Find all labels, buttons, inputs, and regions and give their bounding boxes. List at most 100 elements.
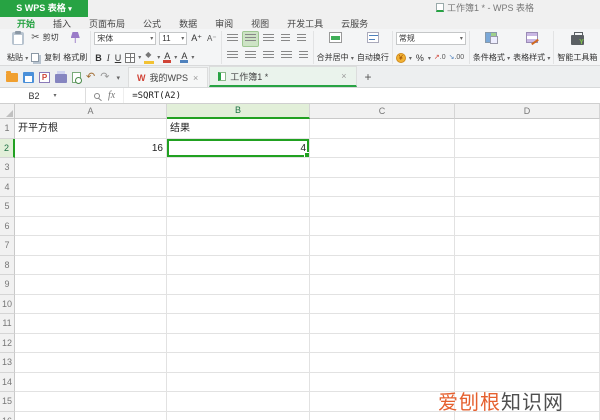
column-header-B[interactable]: B bbox=[167, 104, 310, 119]
row-header-8[interactable]: 8 bbox=[0, 255, 15, 275]
align-middle-button[interactable] bbox=[241, 31, 259, 47]
cell-D8[interactable] bbox=[455, 255, 600, 275]
cell-D9[interactable] bbox=[455, 275, 600, 295]
row-header-16[interactable]: 16 bbox=[0, 411, 15, 420]
cell-B7[interactable] bbox=[167, 236, 310, 256]
cell-C4[interactable] bbox=[310, 177, 455, 197]
cell-C8[interactable] bbox=[310, 255, 455, 275]
fill-color-button[interactable] bbox=[144, 50, 155, 64]
select-all-corner[interactable] bbox=[0, 104, 15, 119]
cell-C1[interactable] bbox=[310, 119, 455, 139]
increase-decimal-button[interactable]: ↗.0 bbox=[434, 54, 446, 62]
cell-A14[interactable] bbox=[15, 372, 167, 392]
cell-A10[interactable] bbox=[15, 294, 167, 314]
font-name-select[interactable]: 宋体 ▾ bbox=[94, 32, 157, 45]
smart-toolbox-button[interactable]: 智能工具箱 bbox=[557, 31, 597, 64]
align-center-button[interactable] bbox=[243, 49, 258, 63]
font-color-button[interactable]: A bbox=[163, 52, 172, 63]
copy-button[interactable]: 复制 bbox=[31, 52, 60, 63]
cell-A12[interactable] bbox=[15, 333, 167, 353]
cell-D12[interactable] bbox=[455, 333, 600, 353]
cell-C11[interactable] bbox=[310, 314, 455, 334]
row-header-10[interactable]: 10 bbox=[0, 294, 15, 314]
cell-A11[interactable] bbox=[15, 314, 167, 334]
cell-C3[interactable] bbox=[310, 158, 455, 178]
cell-A16[interactable] bbox=[15, 411, 167, 420]
save-icon[interactable] bbox=[23, 72, 34, 83]
menu-tab-审阅[interactable]: 审阅 bbox=[206, 17, 242, 30]
cell-D10[interactable] bbox=[455, 294, 600, 314]
align-bottom-button[interactable] bbox=[261, 32, 276, 46]
row-header-6[interactable]: 6 bbox=[0, 216, 15, 236]
print-icon[interactable] bbox=[55, 71, 67, 83]
cell-D6[interactable] bbox=[455, 216, 600, 236]
cut-button[interactable]: ✂ 剪切 bbox=[31, 32, 60, 43]
cell-C15[interactable] bbox=[310, 392, 455, 412]
cell-A6[interactable] bbox=[15, 216, 167, 236]
currency-format-button[interactable]: ¥ bbox=[395, 53, 406, 63]
insert-function-button[interactable]: fx bbox=[108, 90, 115, 101]
paste-button[interactable]: 粘贴 ▾ bbox=[7, 31, 28, 64]
format-painter-button[interactable]: 格式刷 bbox=[63, 31, 87, 64]
row-header-7[interactable]: 7 bbox=[0, 236, 15, 256]
cell-C6[interactable] bbox=[310, 216, 455, 236]
cell-C14[interactable] bbox=[310, 372, 455, 392]
cell-B12[interactable] bbox=[167, 333, 310, 353]
menu-tab-云服务[interactable]: 云服务 bbox=[332, 17, 377, 30]
file-tab-我的WPS[interactable]: W 我的WPS × bbox=[127, 67, 209, 87]
distributed-button[interactable] bbox=[297, 49, 310, 63]
name-box[interactable]: B2 ▾ bbox=[0, 88, 86, 103]
print-preview-icon[interactable] bbox=[72, 72, 82, 84]
cell-A2[interactable]: 16 bbox=[15, 138, 167, 158]
cell-D4[interactable] bbox=[455, 177, 600, 197]
cell-D3[interactable] bbox=[455, 158, 600, 178]
justify-button[interactable] bbox=[279, 49, 294, 63]
cell-A8[interactable] bbox=[15, 255, 167, 275]
row-header-3[interactable]: 3 bbox=[0, 158, 15, 178]
redo-icon[interactable]: ↷ bbox=[100, 72, 109, 83]
row-header-14[interactable]: 14 bbox=[0, 372, 15, 392]
cell-D1[interactable] bbox=[455, 119, 600, 139]
menu-tab-开始[interactable]: 开始 bbox=[8, 17, 44, 30]
row-header-13[interactable]: 13 bbox=[0, 353, 15, 373]
quick-access-dropdown-icon[interactable]: ▾ bbox=[114, 74, 122, 82]
column-header-C[interactable]: C bbox=[310, 104, 455, 119]
column-header-A[interactable]: A bbox=[15, 104, 167, 119]
row-header-5[interactable]: 5 bbox=[0, 197, 15, 217]
row-header-11[interactable]: 11 bbox=[0, 314, 15, 334]
row-header-15[interactable]: 15 bbox=[0, 392, 15, 412]
cell-A3[interactable] bbox=[15, 158, 167, 178]
menu-tab-公式[interactable]: 公式 bbox=[134, 17, 170, 30]
highlight-color-button[interactable]: A bbox=[180, 52, 189, 63]
cell-B16[interactable] bbox=[167, 411, 310, 420]
align-top-button[interactable] bbox=[225, 32, 240, 46]
formula-input[interactable]: =SQRT(A2) bbox=[124, 91, 181, 101]
new-tab-button[interactable]: + bbox=[358, 70, 379, 87]
close-tab-icon[interactable]: × bbox=[192, 73, 199, 83]
cell-D7[interactable] bbox=[455, 236, 600, 256]
open-file-icon[interactable] bbox=[6, 71, 18, 82]
table-style-button[interactable]: 表格样式 ▾ bbox=[513, 31, 550, 64]
decrease-font-button[interactable]: A⁻ bbox=[206, 34, 218, 43]
cell-C10[interactable] bbox=[310, 294, 455, 314]
align-left-button[interactable] bbox=[225, 49, 240, 63]
cell-B11[interactable] bbox=[167, 314, 310, 334]
cell-D5[interactable] bbox=[455, 197, 600, 217]
cell-B10[interactable] bbox=[167, 294, 310, 314]
percent-format-button[interactable]: % bbox=[415, 53, 425, 63]
cell-D11[interactable] bbox=[455, 314, 600, 334]
undo-icon[interactable]: ↶ bbox=[86, 72, 95, 83]
row-header-1[interactable]: 1 bbox=[0, 119, 15, 139]
conditional-format-button[interactable]: 条件格式 ▾ bbox=[473, 31, 510, 64]
menu-tab-视图[interactable]: 视图 bbox=[242, 17, 278, 30]
cell-D13[interactable] bbox=[455, 353, 600, 373]
cell-C13[interactable] bbox=[310, 353, 455, 373]
cell-C16[interactable] bbox=[310, 411, 455, 420]
cell-B5[interactable] bbox=[167, 197, 310, 217]
cell-B2[interactable]: 4 bbox=[167, 138, 310, 158]
cell-D2[interactable] bbox=[455, 138, 600, 158]
cell-C2[interactable] bbox=[310, 138, 455, 158]
cell-C9[interactable] bbox=[310, 275, 455, 295]
cell-A5[interactable] bbox=[15, 197, 167, 217]
cell-B13[interactable] bbox=[167, 353, 310, 373]
